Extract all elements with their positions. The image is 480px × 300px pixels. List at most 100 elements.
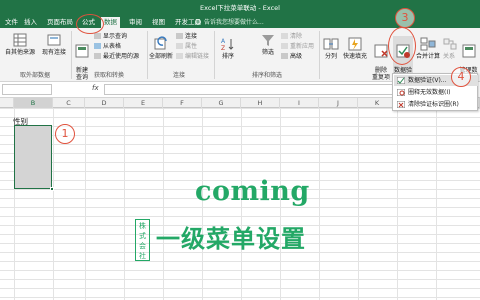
connections-button[interactable]: 连接 xyxy=(176,33,197,40)
existing-connections-label: 现有连接 xyxy=(41,49,66,56)
column-header[interactable]: B xyxy=(14,98,53,108)
tab-review[interactable]: 审阅 xyxy=(126,17,145,28)
properties-icon xyxy=(176,43,183,49)
tell-me-box[interactable]: 告诉我您想要做什么... xyxy=(195,17,264,28)
gridline xyxy=(85,108,86,300)
relationships-label: 关系 xyxy=(442,53,455,60)
clear-circles-icon xyxy=(397,101,405,108)
show-queries-button[interactable]: 显示查询 xyxy=(94,33,127,40)
column-header[interactable]: D xyxy=(85,98,124,108)
column-header[interactable]: F xyxy=(163,98,202,108)
text-to-columns-icon xyxy=(323,38,339,50)
column-header[interactable]: I xyxy=(280,98,319,108)
show-queries-icon xyxy=(94,33,101,39)
circle-invalid-icon xyxy=(397,89,405,96)
remove-duplicates-icon xyxy=(374,44,388,58)
fx-icon[interactable]: fx xyxy=(92,84,99,92)
gridline xyxy=(124,108,125,300)
clear-filter-icon xyxy=(281,33,288,39)
watermark-subtitle: 一级菜单设置 xyxy=(156,225,306,253)
menu-item-circle-invalid[interactable]: 圈释无效数据(I) xyxy=(394,87,478,98)
table-icon xyxy=(94,43,101,49)
existing-connections-button[interactable]: 现有连接 xyxy=(38,32,70,56)
tab-file[interactable]: 文件 xyxy=(2,17,21,28)
edit-links-button[interactable]: 编辑链接 xyxy=(176,53,209,60)
gridline xyxy=(436,108,437,300)
watermark-title: coming xyxy=(195,176,310,207)
group-separator xyxy=(319,31,320,79)
refresh-all-label: 全部刷新 xyxy=(149,53,174,60)
advanced-button[interactable]: 高级 xyxy=(281,53,302,60)
menu-item-label: 圈释无效数据(I) xyxy=(408,89,451,96)
link-icon xyxy=(176,33,183,39)
selected-range[interactable] xyxy=(14,125,52,189)
column-header[interactable]: H xyxy=(241,98,280,108)
callout-3: 3 xyxy=(395,8,415,28)
flash-fill-button[interactable]: 快速填充 xyxy=(340,36,370,60)
text-to-columns-button[interactable]: 分列 xyxy=(322,36,340,60)
column-header[interactable]: G xyxy=(202,98,241,108)
reapply-button[interactable]: 重新应用 xyxy=(281,43,314,50)
gridline xyxy=(53,108,54,300)
connections-label: 连接 xyxy=(185,33,198,40)
group-label-connections: 连接 xyxy=(172,72,185,79)
menu-item-label: 清除验证标识圈(R) xyxy=(408,101,459,108)
data-model-icon xyxy=(462,44,475,58)
relationships-button[interactable]: 关系 xyxy=(442,36,457,60)
menu-item-clear-circles[interactable]: 清除验证标识圈(R) xyxy=(394,99,478,110)
select-all-corner[interactable] xyxy=(0,98,14,108)
clear-label: 清除 xyxy=(290,33,303,40)
clear-button[interactable]: 清除 xyxy=(281,33,302,40)
from-other-sources-button[interactable]: 自其他来源 xyxy=(2,32,38,56)
recent-sources-icon xyxy=(94,53,101,59)
group-label-sort-filter: 排序和筛选 xyxy=(251,72,282,79)
column-header[interactable]: J xyxy=(319,98,358,108)
svg-text:A: A xyxy=(221,38,226,45)
gridline xyxy=(319,108,320,300)
watermark-seal: 株式会社 xyxy=(135,219,150,261)
advanced-filter-icon xyxy=(281,53,288,59)
database-icon xyxy=(13,33,27,47)
annotation-ring-data-validation xyxy=(388,27,416,65)
svg-text:Z: Z xyxy=(221,45,225,52)
gridline xyxy=(358,108,359,300)
flash-fill-label: 快速填充 xyxy=(342,53,367,60)
edit-links-label: 编辑链接 xyxy=(185,53,210,60)
from-table-label: 从表格 xyxy=(103,43,122,50)
flash-fill-icon xyxy=(348,37,362,51)
properties-button[interactable]: 属性 xyxy=(176,43,197,50)
tab-view[interactable]: 视图 xyxy=(149,17,168,28)
gridline xyxy=(397,108,398,300)
annotation-ring-formulas-tab xyxy=(76,14,104,34)
sort-button[interactable]: AZ 排序 xyxy=(216,36,240,60)
filter-button[interactable]: 筛选 xyxy=(256,32,280,56)
advanced-label: 高级 xyxy=(290,53,303,60)
consolidate-button[interactable]: 合并计算 xyxy=(414,36,442,60)
tab-page-layout[interactable]: 页面布局 xyxy=(44,17,76,28)
sort-icon: AZ xyxy=(221,38,234,52)
callout-4: 4 xyxy=(451,67,471,87)
connections-icon xyxy=(47,34,61,46)
recent-sources-button[interactable]: 最近使用的源 xyxy=(94,53,139,60)
reapply-label: 重新应用 xyxy=(290,43,315,50)
group-label-get-transform: 获取和转换 xyxy=(93,72,124,79)
from-table-button[interactable]: 从表格 xyxy=(94,43,121,50)
remove-duplicates-label: 删除 重复项 xyxy=(371,67,390,81)
recent-sources-label: 最近使用的源 xyxy=(103,53,140,60)
consolidate-label: 合并计算 xyxy=(415,53,440,60)
callout-1: 1 xyxy=(55,124,75,144)
text-to-columns-label: 分列 xyxy=(324,53,337,60)
column-header[interactable]: E xyxy=(124,98,163,108)
column-header[interactable]: C xyxy=(53,98,85,108)
filter-label: 筛选 xyxy=(261,49,274,56)
properties-label: 属性 xyxy=(185,43,198,50)
data-validation-icon xyxy=(397,77,405,84)
search-icon xyxy=(195,19,201,25)
from-other-sources-label: 自其他来源 xyxy=(4,49,35,56)
refresh-all-button[interactable]: 全部刷新 xyxy=(149,36,173,60)
gridline xyxy=(163,108,164,300)
tab-insert[interactable]: 插入 xyxy=(21,17,40,28)
fill-handle[interactable] xyxy=(50,187,54,191)
reapply-icon xyxy=(281,43,288,49)
name-box[interactable] xyxy=(2,84,52,95)
